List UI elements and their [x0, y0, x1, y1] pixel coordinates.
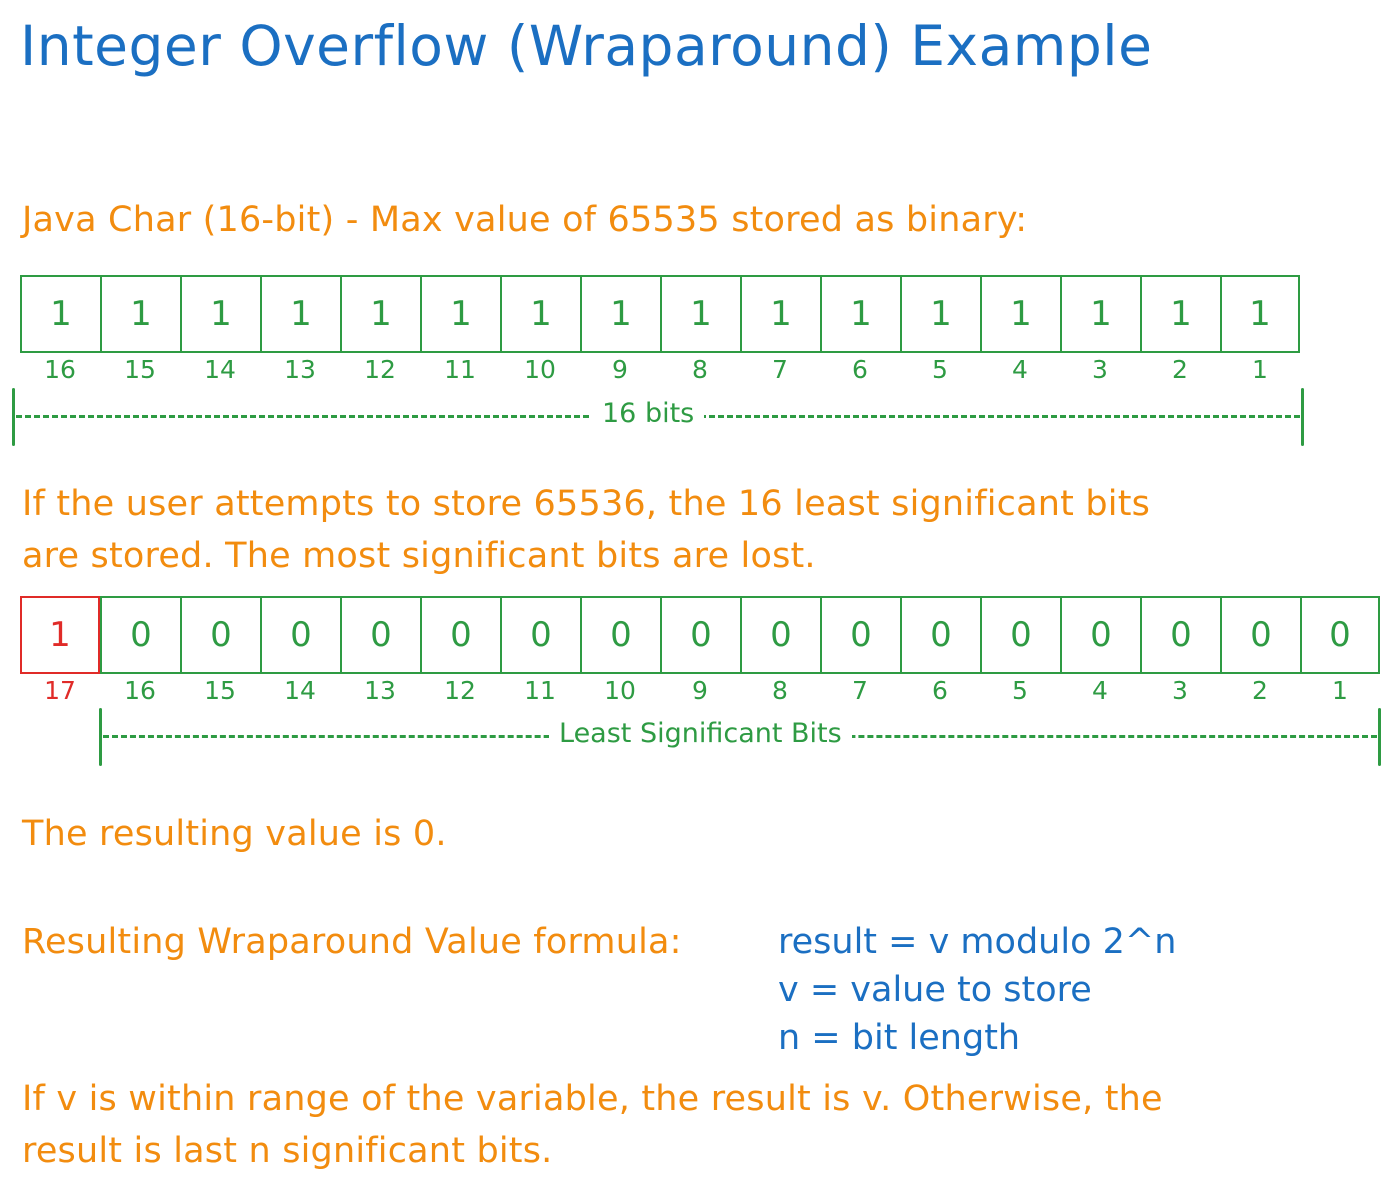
bit-position-label: 5 [1012, 676, 1028, 705]
bit-cell: 1 [900, 275, 980, 353]
bit-cell: 1 [500, 275, 580, 353]
bit-position-label: 10 [604, 676, 636, 705]
bit-cell: 1 [660, 275, 740, 353]
bit-cell: 1 [260, 275, 340, 353]
bit-cell: 0 [1140, 596, 1220, 674]
formula-line: v = value to store [778, 970, 1092, 1010]
bit-position-label: 1 [1332, 676, 1348, 705]
bit-position-label: 10 [524, 355, 556, 384]
bit-cell: 0 [980, 596, 1060, 674]
bit-cell: 1 [980, 275, 1060, 353]
formula-line: result = v modulo 2^n [778, 922, 1177, 962]
bracket-right-tick [1301, 388, 1304, 446]
bit-cell: 0 [1300, 596, 1380, 674]
bit-cell: 1 [100, 275, 180, 353]
bit-position-label: 6 [932, 676, 948, 705]
bit-position-label: 13 [284, 355, 316, 384]
bracket2-left-tick [99, 708, 102, 766]
bit-cell: 0 [1060, 596, 1140, 674]
bit-cell: 1 [580, 275, 660, 353]
bit-cell: 1 [740, 275, 820, 353]
overflow-explanation-line-2: are stored. The most significant bits ar… [22, 536, 816, 576]
bit-cell: 1 [20, 596, 100, 674]
bit-position-label: 4 [1012, 355, 1028, 384]
bit-position-label: 8 [772, 676, 788, 705]
bit-cell: 1 [1060, 275, 1140, 353]
bracket-label-16-bits: 16 bits [592, 390, 705, 438]
bit-cell: 1 [820, 275, 900, 353]
bit-position-label: 11 [524, 676, 556, 705]
bit-position-label: 13 [364, 676, 396, 705]
wraparound-formula-block: result = v modulo 2^n v = value to store n… [778, 918, 1176, 1062]
bit-cell: 1 [1140, 275, 1220, 353]
bit-cell: 0 [260, 596, 340, 674]
bit-cell: 0 [1220, 596, 1300, 674]
bit-position-label: 1 [1252, 355, 1268, 384]
bit-position-label: 15 [204, 676, 236, 705]
bit-position-labels-row1: 16 15 14 13 12 11 10 9 8 7 6 5 4 3 2 1 [20, 355, 1300, 384]
bit-row-wrapped-value: 10000000000000000 [20, 596, 1380, 674]
bit-cell: 1 [420, 275, 500, 353]
bit-position-label: 15 [124, 355, 156, 384]
bit-position-label: 6 [852, 355, 868, 384]
bit-position-label: 12 [444, 676, 476, 705]
bit-position-label: 5 [932, 355, 948, 384]
overflow-explanation-line-1: If the user attempts to store 65536, the… [22, 484, 1151, 524]
bit-position-labels-row2: 17 16 15 14 13 12 11 10 9 8 7 6 5 4 3 2 1 [20, 676, 1380, 705]
bit-cell: 0 [500, 596, 580, 674]
page-title: Integer Overflow (Wraparound) Example [20, 14, 1153, 78]
bit-cell: 0 [180, 596, 260, 674]
formula-line: n = bit length [778, 1018, 1021, 1058]
bit-position-label: 16 [124, 676, 156, 705]
bit-position-label: 9 [612, 355, 628, 384]
bracket-16-bits: 16 bits [12, 388, 1304, 446]
closing-explanation: If v is within range of the variable, th… [22, 1073, 1163, 1177]
bit-position-label: 3 [1092, 355, 1108, 384]
bit-position-label: 4 [1092, 676, 1108, 705]
bit-cell: 1 [180, 275, 260, 353]
closing-explanation-line-1: If v is within range of the variable, th… [22, 1079, 1163, 1119]
bit-position-label: 2 [1252, 676, 1268, 705]
bit-cell: 0 [340, 596, 420, 674]
overflow-explanation: If the user attempts to store 65536, the… [22, 478, 1150, 582]
bit-position-label: 11 [444, 355, 476, 384]
bit-position-label: 16 [44, 355, 76, 384]
bit-position-label: 8 [692, 355, 708, 384]
bit-position-label: 7 [772, 355, 788, 384]
bit-position-label: 9 [692, 676, 708, 705]
bit-cell: 0 [740, 596, 820, 674]
bit-cell: 1 [20, 275, 100, 353]
bit-row-max-value: 1111111111111111 [20, 275, 1300, 353]
bit-position-label: 7 [852, 676, 868, 705]
bit-cell: 0 [900, 596, 980, 674]
bit-cell: 0 [100, 596, 180, 674]
bit-position-label: 14 [284, 676, 316, 705]
bit-cell: 0 [660, 596, 740, 674]
bracket-label-least-significant-bits: Least Significant Bits [549, 710, 852, 758]
bracket-left-tick [12, 388, 15, 446]
bit-position-label: 2 [1172, 355, 1188, 384]
bit-position-label: 12 [364, 355, 396, 384]
bit-cell: 0 [580, 596, 660, 674]
bracket2-right-tick [1378, 708, 1381, 766]
java-char-caption: Java Char (16-bit) - Max value of 65535 … [22, 200, 1028, 240]
bit-cell: 0 [820, 596, 900, 674]
bit-cell: 0 [420, 596, 500, 674]
bit-position-label: 14 [204, 355, 236, 384]
closing-explanation-line-2: result is last n significant bits. [22, 1131, 553, 1171]
bracket-least-significant-bits: Least Significant Bits [99, 708, 1381, 766]
bit-cell: 1 [340, 275, 420, 353]
bit-position-label: 17 [44, 676, 76, 705]
bit-position-label: 3 [1172, 676, 1188, 705]
bit-cell: 1 [1220, 275, 1300, 353]
formula-caption: Resulting Wraparound Value formula: [22, 922, 682, 962]
result-statement: The resulting value is 0. [22, 814, 447, 854]
